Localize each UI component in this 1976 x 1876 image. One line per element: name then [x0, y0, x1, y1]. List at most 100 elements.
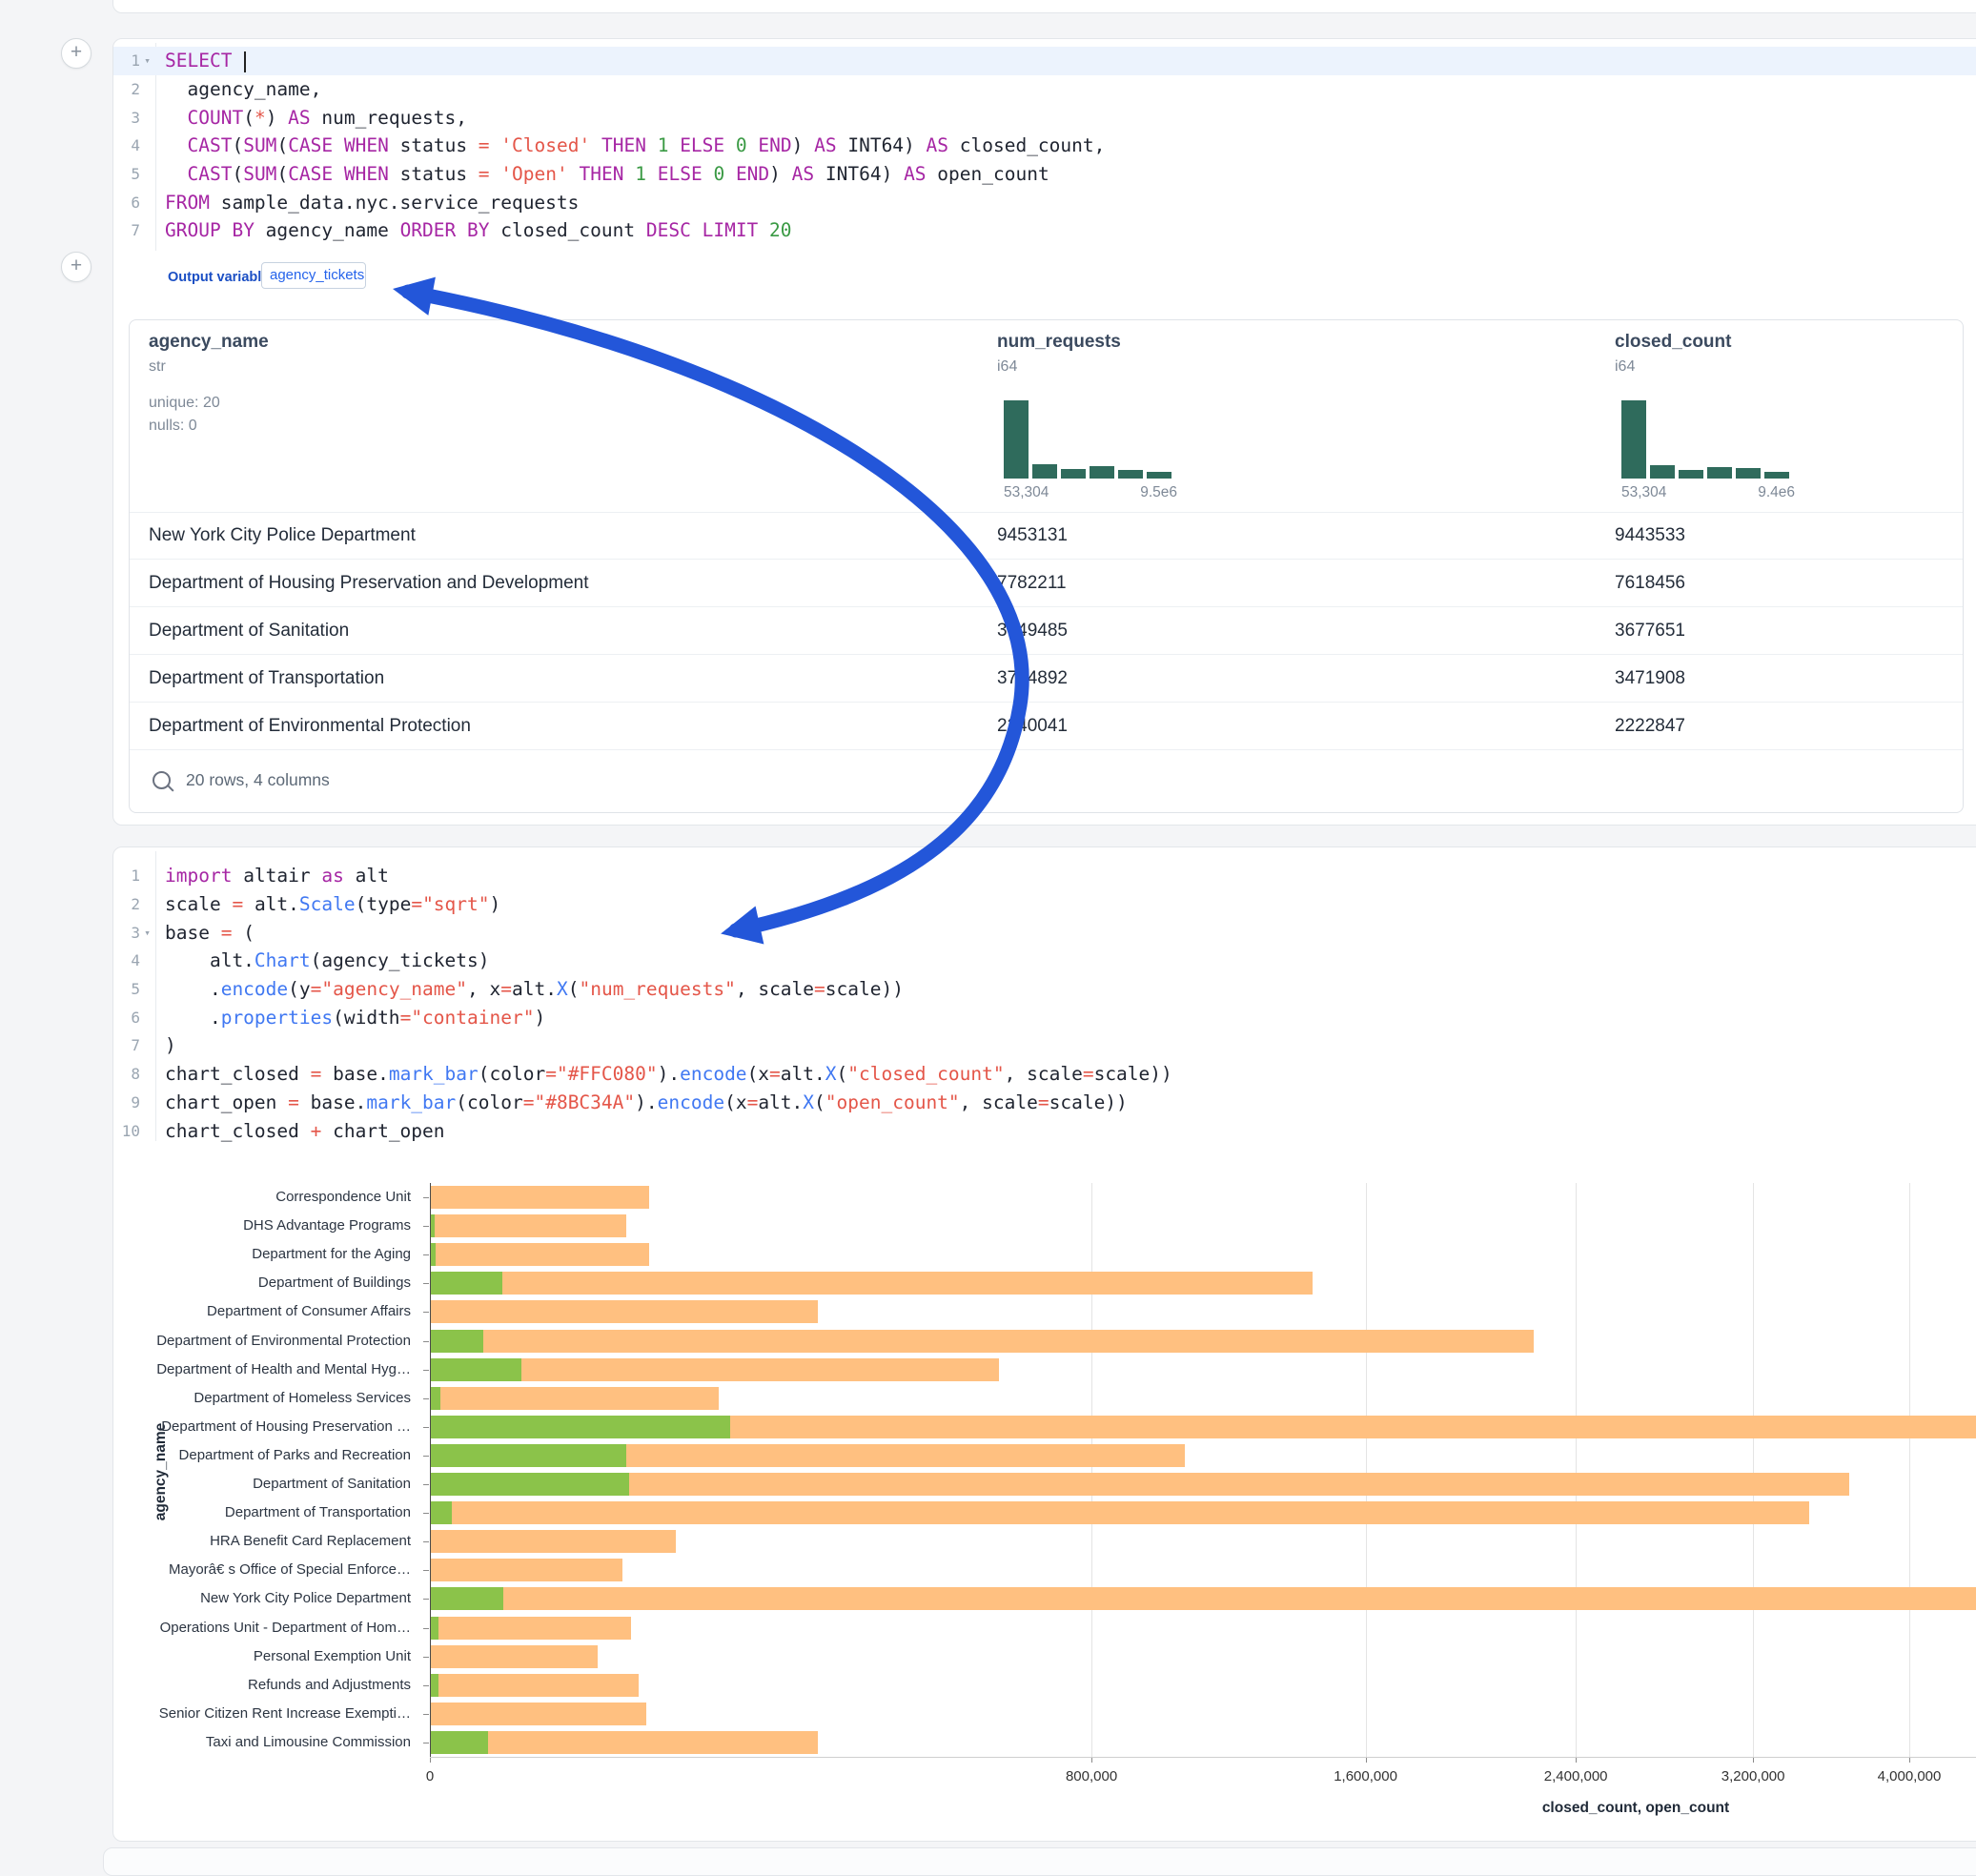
y-axis-tick-label: Department of Parks and Recreation [113, 1446, 411, 1465]
bar-open_count[interactable] [431, 1501, 452, 1524]
bar-closed_count[interactable] [431, 1300, 818, 1323]
bar-closed_count[interactable] [431, 1731, 818, 1754]
bar-open_count[interactable] [431, 1674, 438, 1697]
bar-open_count[interactable] [431, 1731, 488, 1754]
column-header[interactable]: closed_count [1615, 332, 1731, 353]
line-number: 2 [113, 895, 140, 913]
code-token: (x [724, 1091, 746, 1113]
bar-closed_count[interactable] [431, 1559, 622, 1581]
code-text: COUNT(*) AS num_requests, [154, 107, 467, 129]
bar-open_count[interactable] [431, 1587, 503, 1610]
code-line[interactable]: 6FROM sample_data.nyc.service_requests [113, 188, 1976, 216]
code-token [221, 219, 233, 241]
bar-open_count[interactable] [431, 1617, 438, 1640]
code-token: 1 [658, 134, 669, 156]
code-token: ) [490, 893, 501, 915]
table-row[interactable]: New York City Police Department945313194… [130, 512, 1963, 560]
code-line[interactable]: 10chart_closed + chart_open [113, 1116, 1976, 1145]
bar-open_count[interactable] [431, 1358, 521, 1381]
code-token: = [1083, 1063, 1094, 1085]
output-variable-chip[interactable]: agency_tickets [261, 262, 366, 289]
python-code-editor[interactable]: 1import altair as alt 2 scale = alt.Scale(… [113, 862, 1976, 1145]
code-token: = [814, 978, 825, 1000]
bar-open_count[interactable] [431, 1473, 629, 1496]
fold-toggle-icon[interactable]: ▾ [140, 927, 154, 939]
search-icon[interactable] [153, 771, 171, 789]
code-text: scale = alt.Scale(type="sqrt") [154, 893, 500, 915]
code-line[interactable]: 8chart_closed = base.mark_bar(color="#FF… [113, 1060, 1976, 1089]
column-header[interactable]: num_requests [997, 332, 1121, 353]
table-row[interactable]: Department of Transportation377489234719… [130, 655, 1963, 703]
code-token: ELSE [658, 163, 703, 185]
code-token: END [736, 163, 769, 185]
bar-closed_count[interactable] [431, 1272, 1313, 1295]
bar-closed_count[interactable] [431, 1645, 598, 1668]
add-cell-button[interactable]: + [61, 38, 92, 69]
line-number: 5 [113, 980, 140, 998]
code-text: agency_name, [154, 78, 321, 100]
bar-closed_count[interactable] [431, 1501, 1809, 1524]
code-line[interactable]: 4 alt.Chart(agency_tickets) [113, 947, 1976, 975]
code-token [590, 134, 601, 156]
bar-open_count[interactable] [431, 1243, 436, 1266]
bar-closed_count[interactable] [431, 1674, 639, 1697]
code-token: ( [232, 134, 243, 156]
table-row[interactable]: Department of Sanitation37494853677651 [130, 607, 1963, 655]
bar-closed_count[interactable] [431, 1186, 649, 1209]
bar-closed_count[interactable] [431, 1214, 626, 1237]
bar-open_count[interactable] [431, 1272, 502, 1295]
column-type: i64 [1615, 358, 1635, 376]
add-cell-button[interactable]: + [61, 252, 92, 282]
bar-open_count[interactable] [431, 1444, 626, 1467]
code-line[interactable]: 1import altair as alt [113, 862, 1976, 890]
y-axis-tick-label: Department of Environmental Protection [113, 1332, 411, 1351]
bar-open_count[interactable] [431, 1387, 440, 1410]
code-token: Chart [255, 949, 311, 971]
code-token: ( [276, 163, 288, 185]
table-cell: 3471908 [1615, 668, 1685, 689]
code-token: sample_data.nyc.service_requests [210, 192, 579, 214]
fold-toggle-icon[interactable]: ▾ [140, 54, 154, 67]
bar-open_count[interactable] [431, 1330, 483, 1353]
column-header[interactable]: agency_name [149, 332, 269, 353]
bar-closed_count[interactable] [431, 1330, 1534, 1353]
bar-closed_count[interactable] [431, 1243, 649, 1266]
bar-closed_count[interactable] [431, 1530, 676, 1553]
code-token: chart_open [321, 1120, 444, 1142]
code-line[interactable]: 5 .encode(y="agency_name", x=alt.X("num_… [113, 975, 1976, 1004]
code-line[interactable]: 4 CAST(SUM(CASE WHEN status = 'Closed' T… [113, 132, 1976, 160]
bar-open_count[interactable] [431, 1416, 730, 1438]
code-line[interactable]: 2 agency_name, [113, 75, 1976, 104]
x-axis-tick-label: 0 [363, 1768, 497, 1784]
code-line[interactable]: 7GROUP BY agency_name ORDER BY closed_co… [113, 216, 1976, 245]
code-line[interactable]: 7) [113, 1031, 1976, 1060]
table-row[interactable]: Department of Housing Preservation and D… [130, 560, 1963, 607]
bar-closed_count[interactable] [431, 1587, 1976, 1610]
code-line[interactable]: 6 .properties(width="container") [113, 1003, 1976, 1031]
code-token: INT64) [814, 163, 904, 185]
table-cell: Department of Housing Preservation and D… [149, 573, 589, 594]
code-token: AS [792, 163, 814, 185]
y-axis-tick-label: Taxi and Limousine Commission [113, 1733, 411, 1752]
y-axis-tick [423, 1456, 429, 1457]
table-row[interactable]: Department of Environmental Protection22… [130, 703, 1963, 750]
histogram-bar [1090, 466, 1114, 479]
bar-closed_count[interactable] [431, 1387, 719, 1410]
bar-closed_count[interactable] [431, 1617, 631, 1640]
bar-open_count[interactable] [431, 1214, 435, 1237]
bar-closed_count[interactable] [431, 1703, 646, 1725]
line-number: 7 [113, 221, 140, 239]
histogram-bar [1032, 464, 1057, 479]
code-text: chart_closed = base.mark_bar(color="#FFC… [154, 1063, 1172, 1085]
table-row-count: 20 rows, 4 columns [186, 770, 330, 790]
bar-closed_count[interactable] [431, 1473, 1849, 1496]
code-line[interactable]: 1▾SELECT [113, 47, 1976, 75]
code-line[interactable]: 3▾base = ( [113, 918, 1976, 947]
code-line[interactable]: 3 COUNT(*) AS num_requests, [113, 103, 1976, 132]
code-line[interactable]: 9chart_open = base.mark_bar(color="#8BC3… [113, 1089, 1976, 1117]
table-cell: 3774892 [997, 668, 1068, 689]
code-line[interactable]: 2 scale = alt.Scale(type="sqrt") [113, 890, 1976, 919]
sql-code-editor[interactable]: 1▾SELECT 2 agency_name,3 COUNT(*) AS num… [113, 47, 1976, 245]
code-line[interactable]: 5 CAST(SUM(CASE WHEN status = 'Open' THE… [113, 160, 1976, 189]
code-text: ) [154, 1034, 176, 1056]
